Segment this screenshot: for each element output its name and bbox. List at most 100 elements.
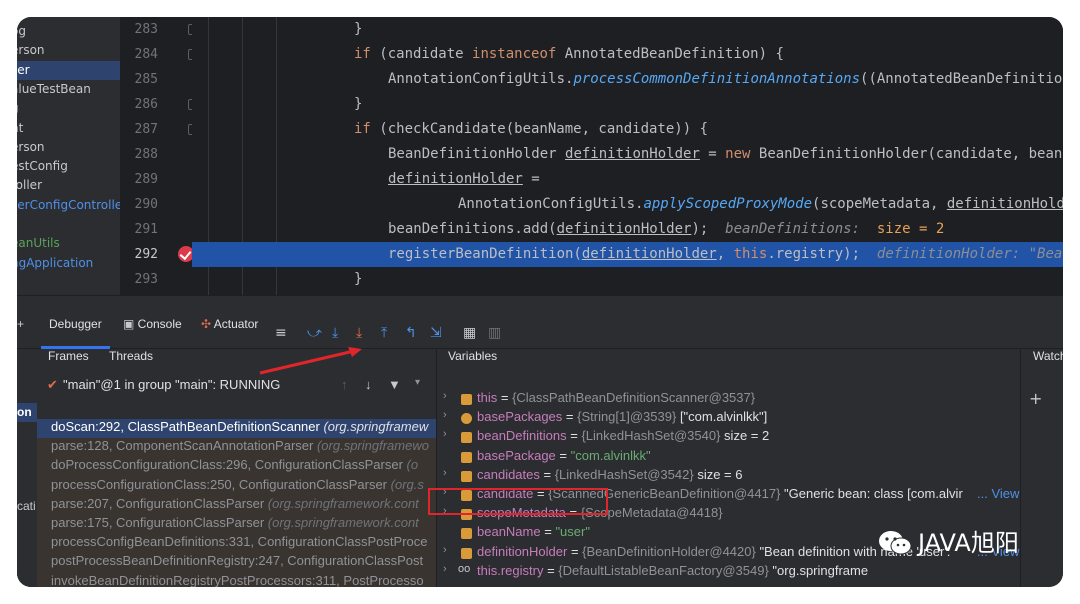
tab-actuator[interactable]: ✣ Actuator [201,317,258,349]
project-tree-item[interactable]: ngApplication [17,254,120,273]
view-link[interactable]: ... View [977,486,1019,501]
watches-title: Watch [1033,349,1063,363]
project-tree-item[interactable]: roller [17,176,120,195]
stack-frame-package: (org.springframewo [316,438,429,454]
project-tree-item[interactable] [17,215,120,234]
variable-row[interactable]: › oo this.registry = {DefaultListableBeanF… [437,563,1020,582]
step-out-icon[interactable]: ⤒ [381,326,387,340]
tab-frames[interactable]: Frames [48,349,89,371]
variable-name: basePackages [477,409,563,425]
variable-extra: ["com.alvinlkk"] [676,409,768,425]
stack-frame-row[interactable]: processConfigurationClass:250, Configura… [37,476,436,496]
project-tree-item[interactable]: eanUtils [17,234,120,253]
project-tree-item[interactable]: alueTestBean [17,80,120,99]
force-step-into-icon[interactable]: ⤓ [356,326,362,340]
add-watch-icon[interactable]: + [1029,389,1042,408]
stack-frame-row[interactable]: parse:207, ConfigurationClassParser (org… [37,495,436,515]
tab-threads[interactable]: Threads [109,349,153,371]
add-icon[interactable]: + [17,317,24,349]
step-into-icon[interactable]: ⤓ [332,326,338,340]
project-tree-item[interactable]: estConfig [17,157,120,176]
project-tree-item[interactable]: erson [17,41,120,60]
step-over-icon[interactable]: ⤻ [307,326,322,340]
project-tree-item[interactable]: ser [17,60,120,80]
chevron-right-icon[interactable]: › [443,390,447,402]
stack-frame-row[interactable]: invokeBeanDefinitionRegistryPostProcesso… [37,572,436,587]
variable-name: basePackage [477,447,556,463]
line-number[interactable]: 293 [120,267,158,292]
variable-row[interactable]: › beanDefinitions = {LinkedHashSet@3540} … [437,428,1020,447]
code-line-284[interactable]: if (candidate instanceof AnnotatedBeanDe… [192,42,1063,67]
field-icon [461,528,472,540]
code-line-288[interactable]: BeanDefinitionHolder definitionHolder = … [192,142,1063,167]
chevron-down-icon[interactable]: ▾ [415,377,420,388]
menu-icon[interactable]: ≡ [275,326,287,340]
field-icon [461,470,472,482]
chevron-right-icon[interactable]: › [443,428,447,440]
trace-icon[interactable]: ▥ [488,326,501,340]
arrow-up-icon[interactable]: ↑ [341,377,348,392]
code-line-292-current[interactable]: registerBeanDefinition(definitionHolder,… [192,242,1063,267]
chevron-right-icon[interactable]: › [443,563,447,575]
line-number[interactable]: 292 [120,242,158,267]
project-tree-item-label: ser [17,62,30,77]
chevron-right-icon[interactable]: › [443,544,447,556]
variable-row[interactable]: basePackage = "com.alvinlkk" [437,448,1020,467]
stack-frame-row[interactable]: processConfigBeanDefinitions:331, Config… [37,534,436,554]
project-tree-item[interactable]: g [17,99,120,118]
code-line-289[interactable]: definitionHolder = [192,167,1063,192]
code-line-286[interactable]: } [192,92,1063,117]
line-number[interactable]: 287 [120,117,158,142]
stack-frame-row[interactable]: parse:175, ConfigurationClassParser (org… [37,515,436,535]
thread-selector[interactable]: ✔ "main"@1 in group "main": RUNNING ↑ ↓ … [17,377,436,401]
code-line-285[interactable]: AnnotationConfigUtils.processCommonDefin… [192,67,1063,92]
project-tree-item[interactable]: serConfigControlle [17,196,120,215]
tab-console[interactable]: ▣ Console [123,317,182,349]
variable-equals: = [539,466,555,482]
line-number[interactable]: 284 [120,42,158,67]
project-tree-item[interactable]: og [17,22,120,41]
tab-console-label: Console [137,317,182,331]
project-tree-item-label: erson [17,43,45,58]
code-editor[interactable]: } if (candidate instanceof AnnotatedBean… [192,17,1063,295]
code-line-287[interactable]: if (checkCandidate(beanName, candidate))… [192,117,1063,142]
variable-row[interactable]: › this = {ClassPathBeanDefinitionScanner@… [437,390,1020,409]
variable-extra: size = 6 [693,466,743,482]
tab-debugger[interactable]: Debugger [41,317,110,349]
line-number[interactable]: 288 [120,142,158,167]
code-line-293[interactable]: } [192,267,1063,292]
field-icon [461,394,472,405]
stack-frame-row[interactable]: postProcessBeanDefinitionRegistry:247, C… [37,553,436,573]
project-tree-item-label: ngApplication [17,255,94,270]
evaluate-icon[interactable]: ▦ [463,326,476,340]
line-number[interactable]: 290 [120,192,158,217]
editor-gutter: 283 284 285 286 287 288 289 290 291 292 293 [120,17,197,295]
stack-frame-row[interactable]: parse:128, ComponentScanAnnotationParser… [37,438,436,458]
code-line-291[interactable]: beanDefinitions.add(definitionHolder); b… [192,217,1063,242]
line-number[interactable]: 285 [120,67,158,92]
line-number[interactable]: 283 [120,17,158,42]
panel-splitter[interactable] [17,295,1063,317]
code-line-290[interactable]: AnnotationConfigUtils.applyScopedProxyMo… [192,192,1063,217]
variable-name: candidates [477,466,540,482]
project-tree-item[interactable]: erson [17,138,120,157]
line-number[interactable]: 286 [120,92,158,117]
line-number[interactable]: 291 [120,217,158,242]
variable-name: beanName [477,524,541,540]
variable-extra: "org.springframe [768,562,869,578]
run-to-cursor-icon[interactable]: ⇲ [430,326,442,340]
drop-frame-icon[interactable]: ↰ [405,326,417,340]
stack-frame-row[interactable]: doScan:292, ClassPathBeanDefinitionScann… [37,419,436,439]
variable-row[interactable]: › basePackages = {String[1]@3539} ["com.a… [437,409,1020,428]
stack-frame-row[interactable]: doProcessConfigurationClass:296, Configu… [37,457,436,477]
project-tree-item[interactable]: nt [17,119,120,138]
code-line-283[interactable]: } [192,17,1063,42]
variable-row[interactable]: › candidates = {LinkedHashSet@3542} size … [437,467,1020,486]
arrow-down-icon[interactable]: ↓ [365,377,372,392]
chevron-right-icon[interactable]: › [443,467,447,479]
variable-value: {String[1]@3539} [577,409,677,425]
field-icon [461,547,472,559]
line-number[interactable]: 289 [120,167,158,192]
chevron-right-icon[interactable]: › [443,409,447,421]
filter-icon[interactable]: ▼ [388,377,401,392]
